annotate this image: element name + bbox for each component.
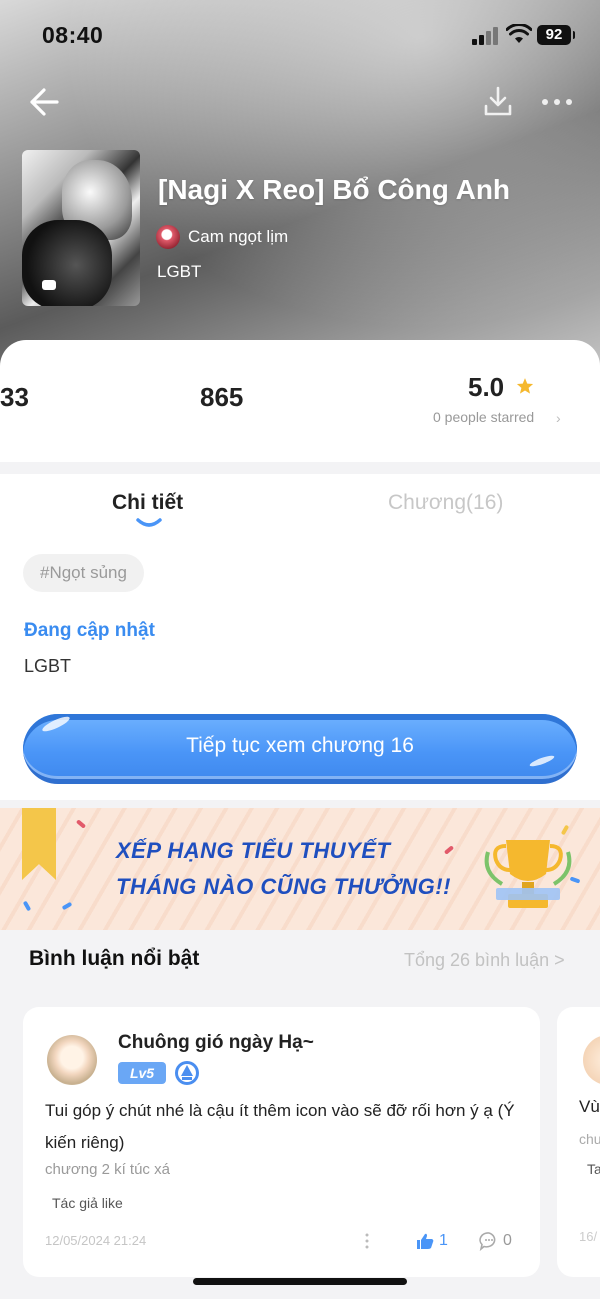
stat-value-first: 33: [0, 382, 29, 412]
reply-count: 0: [503, 1232, 512, 1249]
starred-count-link[interactable]: 0 people starred: [433, 409, 534, 425]
book-cover-image: [22, 150, 140, 306]
status-bar: 08:40 92: [0, 0, 600, 72]
cellular-signal-icon: [472, 27, 502, 45]
comment-chapter-ref[interactable]: chư: [579, 1131, 600, 1147]
banner-headline-2: THÁNG NÀO CŨNG THƯỞNG!!: [116, 874, 451, 899]
details-section: Chi tiết Chương(16) #Ngọt sủng Đang cập …: [0, 474, 600, 800]
thumbs-up-icon: [417, 1233, 434, 1249]
rank-diamond-icon: [175, 1061, 199, 1085]
comment-date: 12/05/2024 21:24: [45, 1233, 147, 1248]
update-status: Đang cập nhật: [24, 620, 155, 641]
comment-date: 16/: [579, 1229, 598, 1244]
tag-chip[interactable]: #Ngọt sủng: [23, 554, 144, 592]
ranking-promo-banner[interactable]: XẾP HẠNG TIỂU THUYẾT THÁNG NÀO CŨNG THƯỞ…: [0, 808, 600, 930]
book-genre: LGBT: [157, 262, 202, 281]
comment-card[interactable]: Vù chư Ta 16/: [557, 1007, 600, 1277]
stats-card: 33 865 5.0 0 people starred ›: [0, 340, 600, 462]
download-icon[interactable]: [482, 84, 514, 118]
book-title: [Nagi X Reo] Bổ Công Anh: [158, 174, 511, 205]
battery-indicator: 92: [537, 25, 575, 45]
back-arrow-icon[interactable]: [28, 84, 60, 120]
author-like-tag: Tác giả like: [52, 1195, 123, 1211]
comment-chapter-ref[interactable]: chương 2 kí túc xá: [45, 1161, 170, 1178]
like-count: 1: [439, 1232, 448, 1249]
comments-heading: Bình luận nổi bật: [29, 947, 200, 970]
comment-bubble-icon: [479, 1232, 496, 1251]
comment-text: Tui góp ý chút nhé là cậu ít thêm icon v…: [45, 1101, 515, 1152]
status-time: 08:40: [42, 22, 104, 48]
home-indicator[interactable]: [193, 1278, 407, 1285]
commenter-avatar[interactable]: [47, 1035, 97, 1085]
commenter-username[interactable]: Chuông gió ngày Hạ~: [118, 1032, 314, 1054]
button-shine: [528, 753, 556, 769]
continue-reading-button[interactable]: Tiếp tục xem chương 16: [23, 714, 577, 784]
star-icon: [516, 378, 534, 394]
commenter-avatar[interactable]: [583, 1035, 600, 1085]
tab-details[interactable]: Chi tiết: [112, 491, 183, 515]
chevron-right-icon[interactable]: ›: [556, 410, 561, 426]
author-avatar[interactable]: [156, 225, 180, 249]
top-navigation: [0, 82, 600, 122]
continue-reading-label: Tiếp tục xem chương 16: [186, 734, 414, 757]
rating-value: 5.0: [468, 372, 505, 402]
stat-value-second: 865: [200, 382, 244, 412]
more-dots-icon[interactable]: [540, 92, 574, 112]
comment-text: Vù: [579, 1097, 600, 1116]
comment-card[interactable]: Chuông gió ngày Hạ~ Lv5 Tui góp ý chút n…: [23, 1007, 540, 1277]
author-like-tag: Ta: [587, 1161, 600, 1177]
tab-chapters[interactable]: Chương(16): [388, 491, 503, 515]
like-button[interactable]: 1: [415, 1229, 448, 1253]
tab-active-indicator: [136, 518, 162, 527]
author-row[interactable]: Cam ngọt lịm: [156, 224, 288, 250]
button-shine: [40, 714, 72, 734]
genre-text: LGBT: [24, 656, 72, 676]
wifi-icon: [506, 24, 532, 43]
banner-headline-1: XẾP HẠNG TIỂU THUYẾT: [116, 838, 391, 863]
author-name[interactable]: Cam ngọt lịm: [188, 227, 288, 247]
trophy-icon: [484, 840, 572, 908]
bookmark-ribbon-icon: [22, 808, 56, 880]
level-badge: Lv5: [118, 1062, 166, 1084]
reply-button[interactable]: 0: [479, 1229, 512, 1253]
more-options-icon[interactable]: [363, 1231, 371, 1251]
all-comments-link[interactable]: Tổng 26 bình luận >: [404, 950, 565, 971]
